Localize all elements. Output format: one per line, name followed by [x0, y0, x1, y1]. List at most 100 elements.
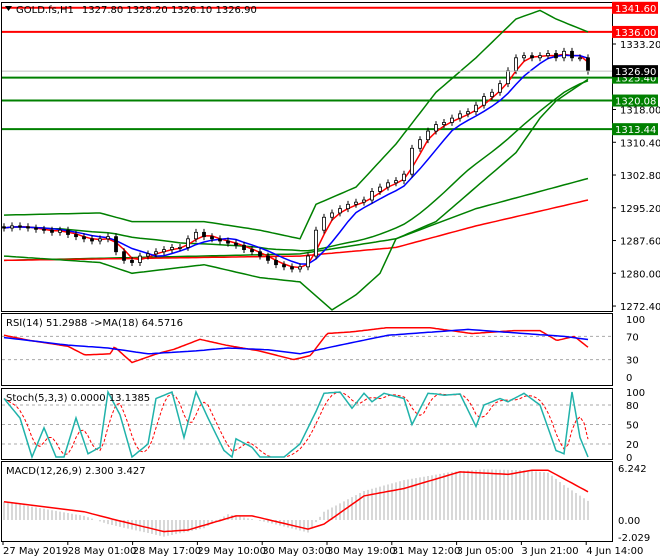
candle-down: [554, 53, 558, 59]
rsi-line: [3, 326, 589, 364]
candle-up: [138, 255, 142, 263]
candle-up: [322, 216, 326, 231]
candle-up: [482, 96, 486, 106]
candle-up: [418, 139, 422, 149]
x-tick-label: 28 May 01:00: [68, 546, 137, 557]
candle-up: [354, 201, 358, 205]
candle-up: [546, 53, 550, 57]
rsi-tick-label: 100: [626, 315, 645, 326]
chart-header: GOLD.fs,H1 1327.80 1328.20 1326.10 1326.9…: [16, 5, 257, 16]
candle-up: [442, 122, 446, 125]
x-tick-label: 27 May 2019: [3, 546, 68, 557]
candle-up: [178, 247, 182, 249]
current-price-label: 1326.90: [615, 67, 656, 78]
rsi-label: RSI(14) 51.2988 ->MA(18) 64.5716: [6, 318, 183, 329]
candle-down: [226, 240, 230, 244]
x-tick-label: 3 Jun 05:00: [457, 546, 514, 557]
candle-up: [434, 124, 438, 132]
candle-up: [538, 55, 542, 59]
candle-down: [282, 264, 286, 268]
candle-up: [514, 57, 518, 72]
candle-down: [586, 57, 590, 72]
candle-down: [2, 226, 6, 229]
candle-up: [306, 255, 310, 268]
candle-up: [378, 186, 382, 192]
stoch-tick-label: 50: [626, 421, 639, 432]
x-tick-label: 4 Jun 14:00: [586, 546, 643, 557]
rsi-tick-label: 0: [626, 373, 632, 384]
candle-up: [10, 225, 14, 229]
candle-down: [18, 225, 22, 228]
candle-up: [362, 199, 366, 203]
candle-up: [522, 55, 526, 59]
candle-down: [258, 251, 262, 257]
candle-down: [202, 231, 206, 238]
stoch-tick-label: 80: [626, 401, 639, 412]
candle-up: [186, 238, 190, 248]
macd-tick-label: -2.029: [618, 533, 650, 544]
candle-up: [562, 50, 566, 59]
x-tick-label: 3 Jun 21:00: [521, 546, 578, 557]
macd-tick-label: 6.242: [618, 464, 647, 475]
bollinger-upper-line: [3, 9, 589, 240]
level-price-label: 1341.60: [615, 4, 656, 15]
candle-up: [106, 236, 110, 240]
rsi-ma-line: [3, 328, 589, 355]
candle-up: [346, 203, 350, 210]
candle-up: [370, 191, 374, 201]
chart-window: 1341.60 1336.00 1325.40 1320.08 1313.44 1326.…: [0, 0, 660, 560]
candle-down: [266, 255, 270, 261]
candle-up: [458, 113, 462, 119]
level-price-label: 1336.00: [615, 28, 656, 39]
candle-up: [58, 229, 62, 233]
candle-up: [578, 57, 582, 60]
candle-up: [154, 251, 158, 255]
candle-up: [506, 70, 510, 85]
stoch-tick-label: 20: [626, 440, 639, 451]
candle-down: [242, 244, 246, 250]
y-tick-label: 1280.00: [620, 269, 660, 280]
candle-down: [274, 259, 278, 266]
stoch-tick-label: 100: [626, 388, 645, 399]
candle-up: [298, 266, 302, 270]
candle-down: [66, 229, 70, 235]
ohlc-values: 1327.80 1328.20 1326.10 1326.90: [82, 5, 257, 16]
macd-tick-label: 0.00: [618, 516, 640, 527]
x-tick-label: 30 May 03:00: [262, 546, 331, 557]
candle-up: [394, 180, 398, 184]
candle-up: [338, 208, 342, 214]
y-tick-label: 1333.20: [620, 40, 660, 51]
candle-up: [426, 130, 430, 141]
candle-down: [34, 227, 38, 230]
candle-up: [386, 182, 390, 188]
candle-down: [90, 238, 94, 242]
candle-down: [74, 234, 78, 238]
ma-long-red-line: [3, 199, 589, 262]
candle-up: [466, 111, 470, 115]
candle-up: [170, 247, 174, 250]
candle-up: [498, 83, 502, 93]
y-tick-label: 1287.60: [620, 237, 660, 248]
y-tick-label: 1302.80: [620, 171, 660, 182]
candle-up: [98, 238, 102, 242]
symbol-label: GOLD.fs,H1: [16, 5, 74, 16]
rsi-tick-label: 30: [626, 356, 639, 367]
candle-up: [162, 249, 166, 253]
candle-down: [210, 236, 214, 240]
candle-down: [130, 259, 134, 263]
candle-down: [26, 226, 30, 229]
candle-down: [50, 229, 54, 233]
y-tick-label: 1310.40: [620, 138, 660, 149]
candle-up: [410, 147, 414, 175]
y-tick-label: 1272.40: [620, 302, 660, 313]
candle-down: [530, 55, 534, 59]
x-tick-label: 30 May 19:00: [327, 546, 396, 557]
candle-up: [450, 117, 454, 123]
chart-svg[interactable]: 1341.601336.001325.401320.081313.441326.…: [0, 0, 660, 560]
macd-label: MACD(12,26,9) 2.300 3.427: [6, 466, 146, 477]
candle-down: [250, 249, 254, 253]
stoch-tick-label: 0: [626, 453, 632, 464]
bollinger-lower-line: [3, 78, 589, 311]
candle-up: [146, 253, 150, 257]
candle-down: [82, 236, 86, 240]
